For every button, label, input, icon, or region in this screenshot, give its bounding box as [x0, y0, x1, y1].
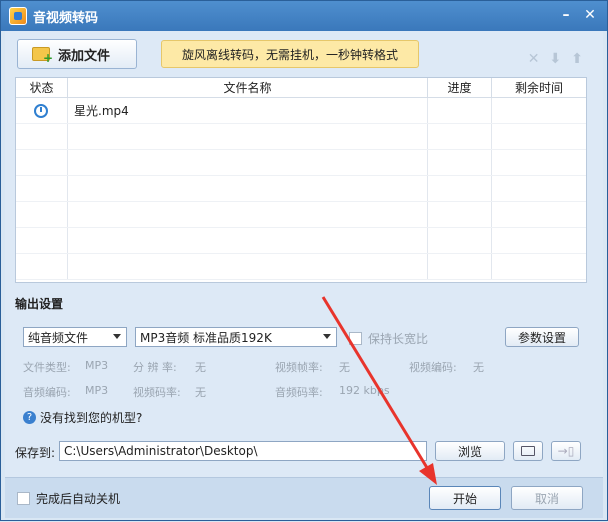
- browse-button-label: 浏览: [457, 444, 482, 459]
- video-bitrate-value: 无: [195, 386, 206, 399]
- move-up-icon[interactable]: ⬆: [571, 51, 583, 67]
- params-button[interactable]: 参数设置: [505, 327, 579, 347]
- move-down-icon[interactable]: ⬇: [550, 51, 562, 67]
- list-tools: ✕ ⬇ ⬆: [528, 51, 583, 67]
- start-button-label: 开始: [452, 491, 477, 506]
- empty-row: [16, 202, 586, 228]
- row-progress: [428, 98, 492, 123]
- header-remaining[interactable]: 剩余时间: [492, 78, 586, 97]
- browse-button[interactable]: 浏览: [435, 441, 505, 461]
- output-settings-title: 输出设置: [15, 297, 64, 311]
- title-bar: 音视频转码 – ✕: [1, 1, 607, 31]
- add-file-button[interactable]: 添加文件: [17, 39, 137, 69]
- chevron-down-icon: [323, 334, 331, 339]
- help-link[interactable]: ? 没有找到您的机型?: [23, 409, 142, 426]
- clock-icon: [34, 103, 48, 118]
- file-type-label: 文件类型:: [23, 361, 71, 374]
- header-status[interactable]: 状态: [16, 78, 68, 97]
- open-folder-icon: [521, 446, 535, 456]
- quality-select-value: MP3音频 标准品质192K: [140, 330, 272, 345]
- empty-row: [16, 176, 586, 202]
- save-path-value: C:\Users\Administrator\Desktop\: [64, 444, 258, 458]
- empty-row: [16, 150, 586, 176]
- save-to-label: 保存到:: [15, 446, 56, 460]
- client-area: 添加文件 旋风离线转码，无需挂机，一秒钟转格式 ✕ ⬇ ⬆ 状态 文件名称 进度…: [5, 31, 603, 518]
- resolution-label: 分 辨 率:: [133, 361, 177, 374]
- converter-window: 音视频转码 – ✕ 添加文件 旋风离线转码，无需挂机，一秒钟转格式 ✕ ⬇ ⬆ …: [0, 0, 608, 521]
- export-icon: →▯: [557, 444, 575, 458]
- start-button[interactable]: 开始: [429, 486, 501, 510]
- keep-ratio-checkbox[interactable]: [349, 332, 362, 345]
- empty-row: [16, 228, 586, 254]
- window-title: 音视频转码: [33, 10, 99, 26]
- save-path-input[interactable]: C:\Users\Administrator\Desktop\: [59, 441, 427, 461]
- auto-shutdown-label: 完成后自动关机: [36, 492, 121, 506]
- help-icon: ?: [23, 411, 36, 424]
- file-type-value: MP3: [85, 359, 109, 372]
- row-remaining: [492, 98, 586, 123]
- keep-ratio-option[interactable]: 保持长宽比: [349, 330, 428, 347]
- app-icon: [9, 7, 27, 25]
- audio-codec-label: 音频编码:: [23, 386, 71, 399]
- video-codec-value: 无: [473, 361, 484, 374]
- close-icon[interactable]: ✕: [581, 7, 599, 23]
- footer-bar: 完成后自动关机 开始 取消: [5, 477, 603, 518]
- row-file-name: 星光.mp4: [68, 98, 428, 123]
- audio-codec-value: MP3: [85, 384, 109, 397]
- export-button[interactable]: →▯: [551, 441, 581, 461]
- auto-shutdown-checkbox[interactable]: [17, 492, 30, 505]
- delete-icon[interactable]: ✕: [528, 51, 540, 67]
- table-header: 状态 文件名称 进度 剩余时间: [16, 78, 586, 98]
- file-table: 状态 文件名称 进度 剩余时间 星光.mp4: [15, 77, 587, 283]
- format-select-value: 纯音频文件: [28, 330, 89, 345]
- audio-bitrate-value: 192 kbps: [339, 384, 390, 397]
- table-row[interactable]: 星光.mp4: [16, 98, 586, 124]
- quality-select[interactable]: MP3音频 标准品质192K: [135, 327, 337, 347]
- empty-row: [16, 254, 586, 280]
- help-text: 没有找到您的机型?: [40, 411, 143, 425]
- cancel-button[interactable]: 取消: [511, 486, 583, 510]
- auto-shutdown-option[interactable]: 完成后自动关机: [17, 490, 120, 507]
- header-file-name[interactable]: 文件名称: [68, 78, 428, 97]
- video-fps-value: 无: [339, 361, 350, 374]
- params-button-label: 参数设置: [517, 330, 566, 345]
- folder-add-icon: [32, 47, 53, 65]
- resolution-value: 无: [195, 361, 206, 374]
- chevron-down-icon: [113, 334, 121, 339]
- open-folder-button[interactable]: [513, 441, 543, 461]
- keep-ratio-label: 保持长宽比: [368, 332, 429, 346]
- minimize-icon[interactable]: –: [557, 7, 575, 23]
- empty-row: [16, 124, 586, 150]
- row-status: [16, 98, 68, 123]
- promo-banner[interactable]: 旋风离线转码，无需挂机，一秒钟转格式: [161, 40, 419, 68]
- add-file-label: 添加文件: [58, 48, 111, 64]
- banner-text: 旋风离线转码，无需挂机，一秒钟转格式: [181, 47, 398, 62]
- audio-bitrate-label: 音频码率:: [275, 386, 323, 399]
- format-select[interactable]: 纯音频文件: [23, 327, 127, 347]
- video-fps-label: 视频帧率:: [275, 361, 323, 374]
- cancel-button-label: 取消: [534, 491, 559, 506]
- header-progress[interactable]: 进度: [428, 78, 492, 97]
- video-bitrate-label: 视频码率:: [133, 386, 181, 399]
- video-codec-label: 视频编码:: [409, 361, 457, 374]
